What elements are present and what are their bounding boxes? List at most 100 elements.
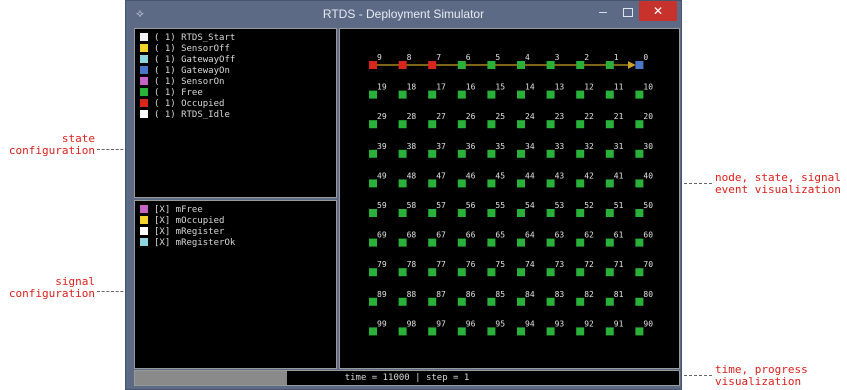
node-78[interactable]: 78 bbox=[398, 260, 417, 277]
node-49[interactable]: 49 bbox=[369, 171, 387, 188]
state-item[interactable]: ( 1) RTDS_Start bbox=[140, 32, 235, 44]
node-27[interactable]: 27 bbox=[428, 112, 446, 129]
node-41[interactable]: 41 bbox=[605, 171, 624, 188]
node-15[interactable]: 15 bbox=[487, 83, 505, 99]
node-97[interactable]: 97 bbox=[428, 319, 446, 336]
state-item[interactable]: ( 1) SensorOff bbox=[140, 43, 230, 55]
node-59[interactable]: 59 bbox=[369, 201, 387, 217]
node-56[interactable]: 56 bbox=[457, 201, 476, 217]
node-32[interactable]: 32 bbox=[576, 142, 594, 158]
node-44[interactable]: 44 bbox=[517, 171, 535, 188]
node-80[interactable]: 80 bbox=[635, 290, 653, 306]
node-16[interactable]: 16 bbox=[457, 83, 476, 99]
node-92[interactable]: 92 bbox=[576, 319, 594, 336]
node-62[interactable]: 62 bbox=[576, 231, 594, 247]
node-58[interactable]: 58 bbox=[398, 201, 417, 217]
node-72[interactable]: 72 bbox=[576, 260, 594, 277]
node-5[interactable]: 5 bbox=[487, 53, 500, 69]
node-23[interactable]: 23 bbox=[546, 112, 565, 129]
state-item[interactable]: ( 1) SensorOn bbox=[140, 76, 224, 88]
node-36[interactable]: 36 bbox=[457, 142, 476, 158]
node-79[interactable]: 79 bbox=[369, 260, 387, 277]
node-91[interactable]: 91 bbox=[605, 319, 624, 336]
node-20[interactable]: 20 bbox=[635, 112, 653, 129]
node-57[interactable]: 57 bbox=[428, 201, 446, 217]
node-85[interactable]: 85 bbox=[487, 290, 505, 306]
state-item[interactable]: ( 1) GatewayOn bbox=[140, 65, 230, 77]
node-4[interactable]: 4 bbox=[517, 53, 530, 69]
node-52[interactable]: 52 bbox=[576, 201, 594, 217]
node-64[interactable]: 64 bbox=[517, 231, 535, 247]
close-button[interactable]: ✕ bbox=[639, 1, 677, 21]
node-30[interactable]: 30 bbox=[635, 142, 653, 158]
node-19[interactable]: 19 bbox=[369, 83, 387, 99]
node-73[interactable]: 73 bbox=[546, 260, 565, 277]
node-8[interactable]: 8 bbox=[398, 53, 412, 69]
node-77[interactable]: 77 bbox=[428, 260, 446, 277]
node-81[interactable]: 81 bbox=[605, 290, 624, 306]
node-34[interactable]: 34 bbox=[517, 142, 535, 158]
node-22[interactable]: 22 bbox=[576, 112, 594, 129]
node-7[interactable]: 7 bbox=[428, 53, 441, 69]
node-86[interactable]: 86 bbox=[457, 290, 476, 306]
signal-item[interactable]: [X] mRegister bbox=[140, 226, 224, 238]
node-39[interactable]: 39 bbox=[369, 142, 387, 158]
minimize-button[interactable]: – bbox=[591, 3, 615, 21]
signal-item[interactable]: [X] mFree bbox=[140, 204, 203, 216]
node-9[interactable]: 9 bbox=[369, 53, 382, 69]
node-28[interactable]: 28 bbox=[398, 112, 417, 129]
node-71[interactable]: 71 bbox=[605, 260, 624, 277]
node-50[interactable]: 50 bbox=[635, 201, 653, 217]
node-83[interactable]: 83 bbox=[546, 290, 565, 306]
node-48[interactable]: 48 bbox=[398, 171, 417, 188]
node-38[interactable]: 38 bbox=[398, 142, 417, 158]
node-87[interactable]: 87 bbox=[428, 290, 446, 306]
node-6[interactable]: 6 bbox=[457, 53, 471, 69]
node-17[interactable]: 17 bbox=[428, 83, 446, 99]
node-67[interactable]: 67 bbox=[428, 231, 446, 247]
node-76[interactable]: 76 bbox=[457, 260, 476, 277]
node-89[interactable]: 89 bbox=[369, 290, 387, 306]
node-99[interactable]: 99 bbox=[369, 319, 387, 336]
node-11[interactable]: 11 bbox=[605, 83, 624, 99]
title-bar[interactable]: ⟡ RTDS - Deployment Simulator – ✕ bbox=[126, 1, 681, 27]
state-item[interactable]: ( 1) Free bbox=[140, 87, 203, 99]
node-60[interactable]: 60 bbox=[635, 231, 653, 247]
node-29[interactable]: 29 bbox=[369, 112, 387, 129]
node-47[interactable]: 47 bbox=[428, 171, 446, 188]
node-10[interactable]: 10 bbox=[635, 83, 653, 99]
node-13[interactable]: 13 bbox=[546, 83, 565, 99]
node-45[interactable]: 45 bbox=[487, 171, 505, 188]
node-74[interactable]: 74 bbox=[517, 260, 535, 277]
node-2[interactable]: 2 bbox=[576, 53, 589, 69]
node-21[interactable]: 21 bbox=[605, 112, 624, 129]
node-90[interactable]: 90 bbox=[635, 319, 653, 336]
node-98[interactable]: 98 bbox=[398, 319, 417, 336]
node-35[interactable]: 35 bbox=[487, 142, 505, 158]
node-82[interactable]: 82 bbox=[576, 290, 594, 306]
node-1[interactable]: 1 bbox=[605, 53, 619, 69]
node-3[interactable]: 3 bbox=[546, 53, 560, 69]
state-item[interactable]: ( 1) GatewayOff bbox=[140, 54, 235, 66]
node-75[interactable]: 75 bbox=[487, 260, 505, 277]
node-25[interactable]: 25 bbox=[487, 112, 505, 129]
node-24[interactable]: 24 bbox=[517, 112, 535, 129]
node-53[interactable]: 53 bbox=[546, 201, 565, 217]
node-51[interactable]: 51 bbox=[605, 201, 624, 217]
node-0[interactable]: 0 bbox=[635, 53, 648, 69]
node-88[interactable]: 88 bbox=[398, 290, 417, 306]
node-55[interactable]: 55 bbox=[487, 201, 505, 217]
node-26[interactable]: 26 bbox=[457, 112, 476, 129]
node-94[interactable]: 94 bbox=[517, 319, 535, 336]
node-96[interactable]: 96 bbox=[457, 319, 476, 336]
node-37[interactable]: 37 bbox=[428, 142, 446, 158]
node-69[interactable]: 69 bbox=[369, 231, 387, 247]
node-14[interactable]: 14 bbox=[517, 83, 535, 99]
node-54[interactable]: 54 bbox=[517, 201, 535, 217]
node-93[interactable]: 93 bbox=[546, 319, 565, 336]
node-42[interactable]: 42 bbox=[576, 171, 594, 188]
node-66[interactable]: 66 bbox=[457, 231, 476, 247]
node-70[interactable]: 70 bbox=[635, 260, 653, 277]
node-84[interactable]: 84 bbox=[517, 290, 535, 306]
node-61[interactable]: 61 bbox=[605, 231, 624, 247]
